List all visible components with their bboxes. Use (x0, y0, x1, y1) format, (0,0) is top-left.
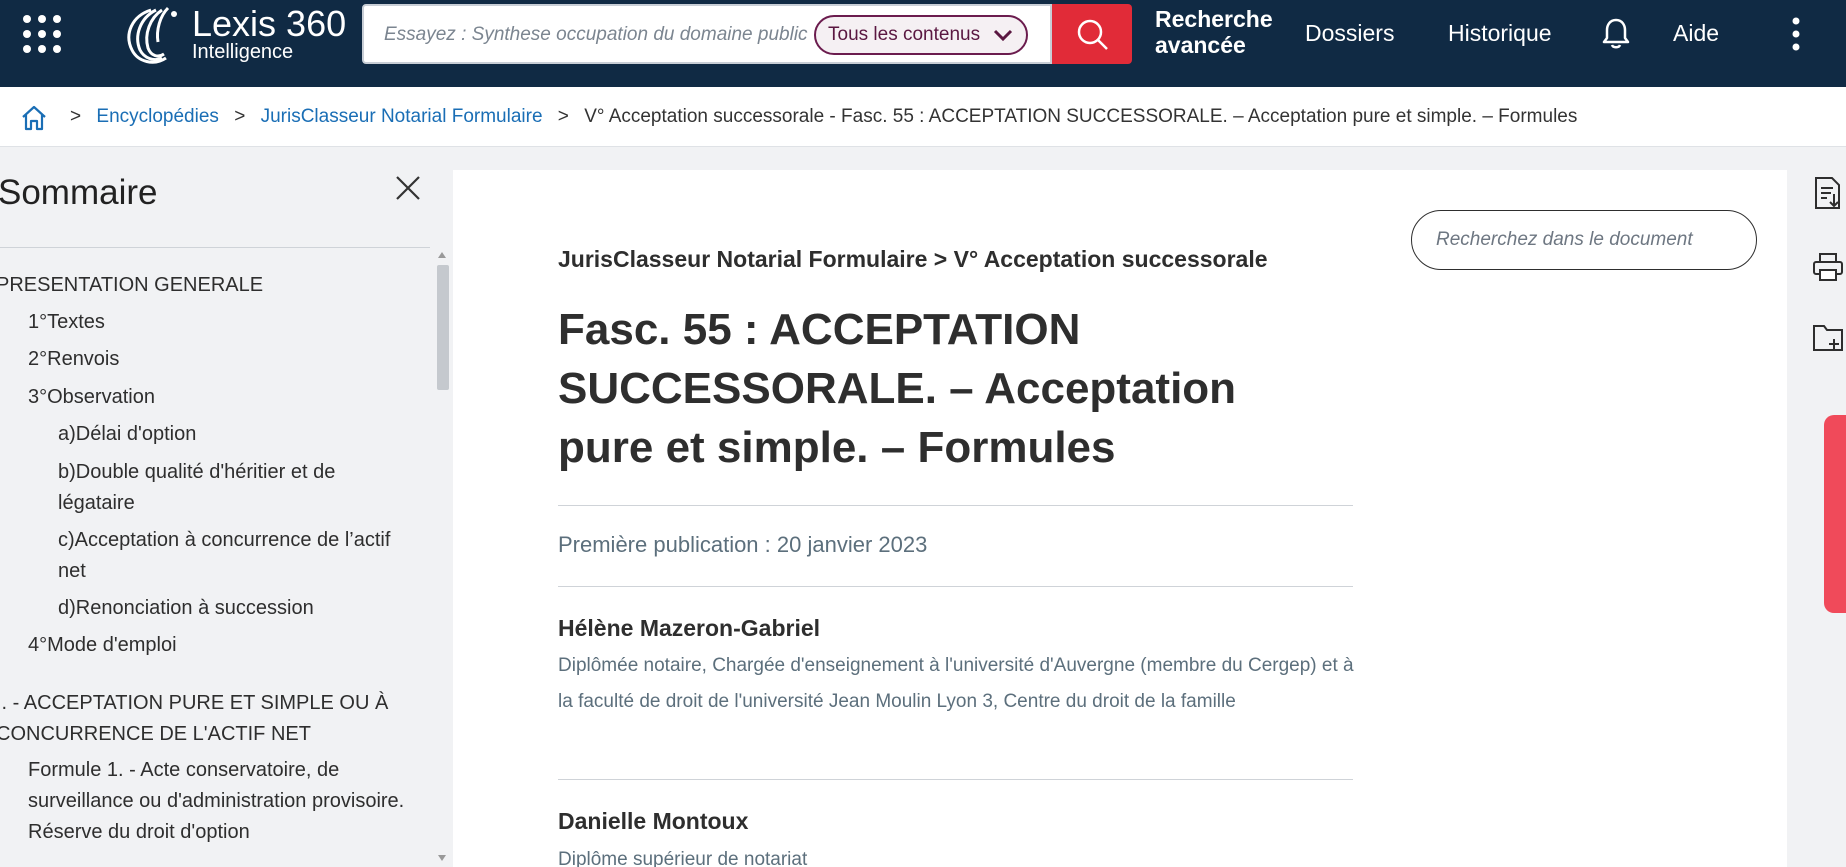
breadcrumb-current: V° Acceptation successorale - Fasc. 55 :… (584, 106, 1578, 127)
toc-item[interactable]: 2°Renvois (28, 344, 428, 375)
document-panel: JurisClasseur Notarial Formulaire > V° A… (453, 170, 1787, 867)
table-of-contents: PRESENTATION GENERALE 1°Textes 2°Renvois… (0, 270, 430, 867)
document-title: Fasc. 55 : ACCEPTATION SUCCESSORALE. – A… (558, 305, 1237, 472)
nav-history[interactable]: Historique (1448, 20, 1552, 47)
lexis-360-logo[interactable]: Lexis 360 Intelligence (118, 4, 363, 66)
divider (558, 779, 1353, 780)
breadcrumb-link-jurisclasseur[interactable]: JurisClasseur Notarial Formulaire (261, 106, 543, 127)
toc-item[interactable]: c)Acceptation à concurrence de l’actif n… (58, 525, 418, 587)
divider (558, 586, 1353, 587)
logo-brand: Lexis 360 (192, 3, 347, 44)
content-scope-pill[interactable]: Tous les contenus (814, 15, 1028, 55)
breadcrumb-separator: > (70, 106, 82, 127)
logo-text: Lexis 360 Intelligence (192, 3, 347, 63)
global-search-input[interactable] (384, 20, 809, 50)
logo-subtitle: Intelligence (192, 41, 294, 63)
toc-item[interactable]: I. - ACCEPTATION PURE ET SIMPLE OU À CON… (0, 688, 416, 750)
breadcrumb-separator: > (234, 106, 246, 127)
kebab-menu-icon[interactable] (1786, 16, 1806, 52)
toc-item[interactable]: 1°Textes (28, 307, 428, 338)
global-search-box: Tous les contenus (362, 4, 1052, 64)
summary-sidebar: Sommaire PRESENTATION GENERALE 1°Textes … (0, 148, 452, 867)
author-name: Danielle Montoux (558, 808, 749, 834)
document-search-input[interactable] (1436, 225, 1736, 255)
lexis-globe-icon (127, 6, 177, 64)
breadcrumb-link-encyclopedies[interactable]: Encyclopédies (96, 106, 219, 127)
nav-folders[interactable]: Dossiers (1305, 20, 1394, 47)
export-document-icon[interactable] (1812, 176, 1844, 210)
breadcrumb-bar: > Encyclopédies > JurisClasseur Notarial… (0, 87, 1846, 147)
toc-item[interactable]: PRESENTATION GENERALE (0, 270, 426, 301)
publication-date: Première publication : 20 janvier 2023 (558, 532, 928, 557)
toc-item[interactable]: 3°Observation (28, 382, 428, 413)
nav-advanced-line1: Recherche (1155, 6, 1273, 32)
breadcrumb: > Encyclopédies > JurisClasseur Notarial… (60, 106, 1577, 128)
author-role: Diplôme supérieur de notariat (558, 849, 808, 867)
divider (558, 505, 1353, 506)
document-search-box (1411, 210, 1757, 270)
breadcrumb-separator: > (557, 106, 569, 127)
toc-item[interactable]: d)Renonciation à succession (58, 593, 428, 624)
close-icon[interactable] (394, 174, 422, 202)
nav-advanced-line2: avancée (1155, 32, 1246, 58)
feedback-tab[interactable] (1824, 415, 1846, 613)
grid-icon[interactable] (22, 14, 62, 54)
search-icon (1077, 19, 1108, 50)
toc-item[interactable]: b)Double qualité d'héritier et de légata… (58, 457, 378, 519)
content-scope-label: Tous les contenus (828, 24, 981, 45)
top-navigation-bar: Lexis 360 Intelligence Tous les contenus… (0, 0, 1846, 87)
nav-advanced-search[interactable]: Recherche avancée (1155, 6, 1273, 58)
nav-help[interactable]: Aide (1673, 20, 1719, 47)
scroll-down-arrow-icon[interactable] (438, 855, 446, 861)
toc-item[interactable]: 4°Mode d'emploi (28, 630, 428, 661)
scroll-up-arrow-icon[interactable] (438, 252, 446, 258)
home-icon[interactable] (20, 104, 48, 132)
bell-icon[interactable] (1600, 16, 1632, 50)
sidebar-title: Sommaire (0, 173, 158, 212)
author-name: Hélène Mazeron-Gabriel (558, 615, 821, 641)
sidebar-scroll-thumb[interactable] (437, 265, 449, 390)
chevron-down-icon (994, 29, 1013, 42)
print-icon[interactable] (1812, 250, 1844, 284)
toc-item[interactable]: Formule 1. - Acte conservatoire, de surv… (28, 755, 408, 848)
sidebar-divider (0, 247, 430, 248)
document-path: JurisClasseur Notarial Formulaire > V° A… (558, 246, 1268, 272)
add-to-folder-icon[interactable] (1812, 320, 1844, 354)
toc-item[interactable]: a)Délai d'option (58, 419, 428, 450)
search-button[interactable] (1052, 4, 1132, 64)
author-role: Diplômée notaire, Chargée d'enseignement… (558, 655, 1354, 712)
